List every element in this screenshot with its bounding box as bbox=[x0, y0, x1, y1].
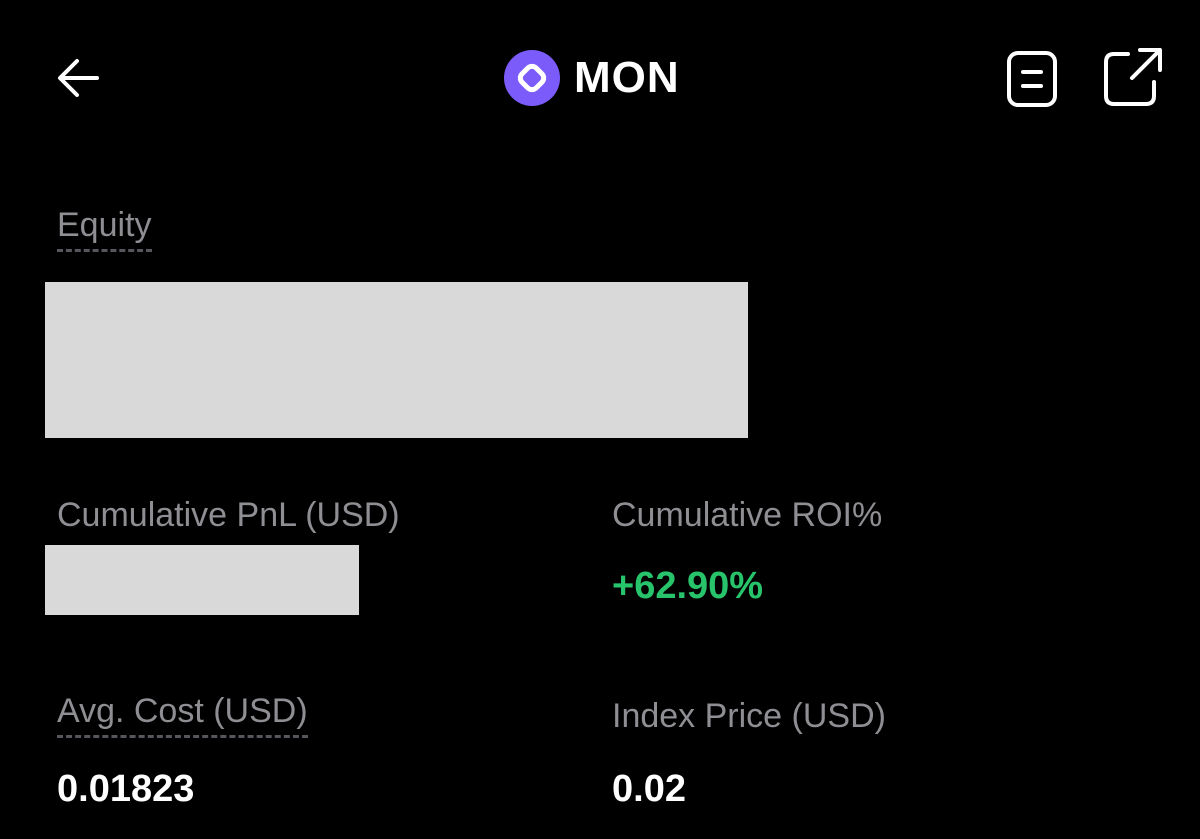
external-link-icon bbox=[1104, 48, 1162, 106]
avg-cost-label[interactable]: Avg. Cost (USD) bbox=[57, 692, 308, 738]
cumulative-roi-value: +62.90% bbox=[612, 565, 764, 607]
document-button[interactable] bbox=[1002, 48, 1062, 110]
index-price-label: Index Price (USD) bbox=[612, 697, 886, 735]
mon-coin-icon bbox=[504, 50, 560, 106]
share-button[interactable] bbox=[1100, 46, 1164, 110]
equity-label[interactable]: Equity bbox=[57, 206, 152, 252]
index-price-value: 0.02 bbox=[612, 768, 686, 810]
cumulative-pnl-label: Cumulative PnL (USD) bbox=[57, 496, 400, 534]
back-button[interactable] bbox=[50, 50, 106, 106]
top-bar: MON bbox=[0, 0, 1200, 160]
arrow-left-icon bbox=[58, 59, 99, 97]
coin-header: MON bbox=[504, 48, 680, 108]
document-icon bbox=[1007, 51, 1057, 107]
equity-value-redacted bbox=[45, 282, 748, 438]
coin-title: MON bbox=[574, 53, 680, 102]
avg-cost-value: 0.01823 bbox=[57, 768, 195, 810]
cumulative-pnl-value-redacted bbox=[45, 545, 359, 615]
cumulative-roi-label: Cumulative ROI% bbox=[612, 496, 883, 534]
